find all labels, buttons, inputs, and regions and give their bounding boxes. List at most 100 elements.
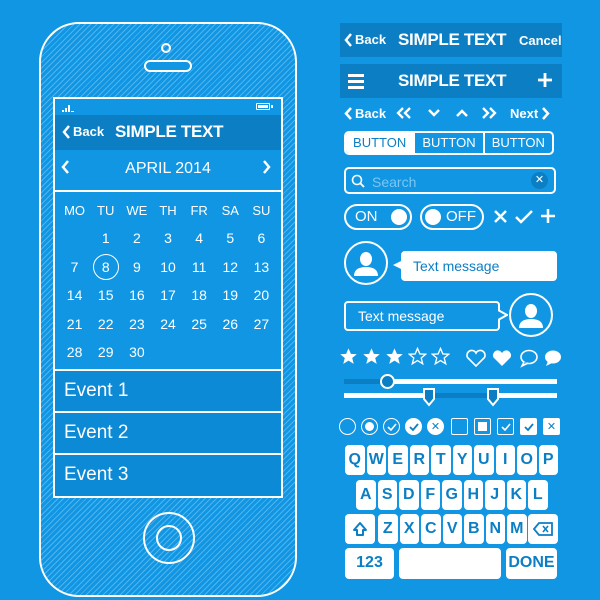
key-l[interactable]: L bbox=[528, 480, 548, 510]
chat-filled-icon[interactable] bbox=[543, 348, 563, 368]
key-z[interactable]: Z bbox=[378, 514, 398, 544]
back-button[interactable]: Back bbox=[62, 124, 104, 139]
chevron-down-icon[interactable] bbox=[427, 108, 441, 118]
radio-checked[interactable] bbox=[383, 418, 400, 435]
checkbox-selected[interactable] bbox=[474, 418, 491, 435]
double-chevron-right-icon[interactable] bbox=[481, 106, 497, 120]
checkbox-checked[interactable] bbox=[497, 418, 514, 435]
calendar-day[interactable]: 26 bbox=[215, 310, 246, 339]
segment-button[interactable]: BUTTON bbox=[482, 133, 552, 153]
key-t[interactable]: T bbox=[431, 445, 451, 475]
range-slider-track[interactable] bbox=[344, 388, 557, 407]
next-month-button[interactable] bbox=[262, 159, 272, 180]
radio-checked-filled[interactable] bbox=[405, 418, 422, 435]
calendar-day[interactable]: 19 bbox=[215, 281, 246, 310]
key-m[interactable]: M bbox=[507, 514, 527, 544]
range-low-handle[interactable] bbox=[422, 387, 436, 407]
calendar-day[interactable]: 18 bbox=[184, 281, 215, 310]
key-d[interactable]: D bbox=[399, 480, 419, 510]
calendar-day[interactable]: 12 bbox=[215, 253, 246, 282]
calendar-day[interactable]: 22 bbox=[90, 310, 121, 339]
key-p[interactable]: P bbox=[538, 445, 558, 475]
radio-empty[interactable] bbox=[339, 418, 356, 435]
calendar-day[interactable]: 21 bbox=[59, 310, 90, 339]
heart-filled-icon[interactable] bbox=[491, 349, 513, 368]
calendar-day[interactable]: 1 bbox=[90, 224, 121, 253]
event-item[interactable]: Event 2 bbox=[55, 411, 281, 453]
key-u[interactable]: U bbox=[474, 445, 494, 475]
clear-search-button[interactable]: ✕ bbox=[531, 172, 548, 189]
calendar-day[interactable]: 27 bbox=[246, 310, 277, 339]
checkbox-empty[interactable] bbox=[451, 418, 468, 435]
calendar-day[interactable]: 9 bbox=[121, 253, 152, 282]
star-filled-icon[interactable] bbox=[385, 347, 404, 366]
segment-button[interactable]: BUTTON bbox=[413, 133, 482, 153]
pager-next-button[interactable]: Next bbox=[510, 106, 550, 121]
radio-cross-filled[interactable]: ✕ bbox=[427, 418, 444, 435]
key-c[interactable]: C bbox=[421, 514, 441, 544]
key-s[interactable]: S bbox=[377, 480, 397, 510]
key-q[interactable]: Q bbox=[345, 445, 365, 475]
shift-key[interactable] bbox=[345, 514, 375, 544]
numbers-key[interactable]: 123 bbox=[345, 548, 394, 579]
radio-selected[interactable] bbox=[361, 418, 378, 435]
checkbox-cross-filled[interactable]: ✕ bbox=[543, 418, 560, 435]
calendar-day[interactable]: 5 bbox=[215, 224, 246, 253]
kit-back-button[interactable]: Back bbox=[344, 32, 386, 47]
calendar-day[interactable]: 16 bbox=[121, 281, 152, 310]
toggle-off[interactable]: OFF bbox=[420, 204, 484, 230]
calendar-day[interactable]: 28 bbox=[59, 338, 90, 367]
key-k[interactable]: K bbox=[506, 480, 526, 510]
calendar-day[interactable]: 30 bbox=[121, 338, 152, 367]
event-item[interactable]: Event 3 bbox=[55, 453, 281, 496]
pager-back-button[interactable]: Back bbox=[344, 106, 386, 121]
backspace-key[interactable] bbox=[528, 514, 558, 544]
calendar-day[interactable]: 29 bbox=[90, 338, 121, 367]
chat-outline-icon[interactable] bbox=[519, 348, 539, 368]
slider-knob[interactable] bbox=[379, 374, 395, 389]
slider-track[interactable] bbox=[344, 374, 557, 389]
star-filled-icon[interactable] bbox=[339, 347, 358, 366]
key-v[interactable]: V bbox=[442, 514, 462, 544]
range-high-handle[interactable] bbox=[486, 387, 500, 407]
calendar-day[interactable]: 20 bbox=[246, 281, 277, 310]
calendar-day[interactable]: 25 bbox=[184, 310, 215, 339]
plus-icon[interactable] bbox=[537, 72, 553, 88]
calendar-day[interactable]: 8 bbox=[90, 253, 121, 282]
search-field[interactable]: ✕ bbox=[344, 167, 556, 194]
space-key[interactable] bbox=[399, 548, 501, 579]
chevron-up-icon[interactable] bbox=[455, 108, 469, 118]
heart-outline-icon[interactable] bbox=[465, 349, 487, 368]
segment-button[interactable]: BUTTON bbox=[346, 133, 414, 153]
calendar-day[interactable]: 13 bbox=[246, 253, 277, 282]
cancel-button[interactable]: Cancel bbox=[519, 33, 562, 48]
calendar-day[interactable]: 4 bbox=[184, 224, 215, 253]
checkbox-checked-filled[interactable] bbox=[520, 418, 537, 435]
calendar-day[interactable]: 11 bbox=[184, 253, 215, 282]
key-i[interactable]: I bbox=[495, 445, 515, 475]
calendar-day[interactable]: 7 bbox=[59, 253, 90, 282]
key-f[interactable]: F bbox=[420, 480, 440, 510]
key-y[interactable]: Y bbox=[452, 445, 472, 475]
calendar-day[interactable]: 23 bbox=[121, 310, 152, 339]
key-w[interactable]: W bbox=[366, 445, 386, 475]
calendar-day[interactable]: 24 bbox=[152, 310, 183, 339]
calendar-day[interactable]: 6 bbox=[246, 224, 277, 253]
plus-icon[interactable] bbox=[540, 208, 556, 224]
key-a[interactable]: A bbox=[356, 480, 376, 510]
calendar-day[interactable]: 17 bbox=[152, 281, 183, 310]
toggle-on[interactable]: ON bbox=[344, 204, 412, 230]
calendar-day[interactable]: 14 bbox=[59, 281, 90, 310]
star-outline-icon[interactable] bbox=[431, 347, 450, 366]
close-icon[interactable] bbox=[493, 209, 508, 224]
star-outline-icon[interactable] bbox=[408, 347, 427, 366]
key-x[interactable]: X bbox=[399, 514, 419, 544]
calendar-day[interactable]: 3 bbox=[152, 224, 183, 253]
menu-icon[interactable] bbox=[348, 74, 364, 89]
key-h[interactable]: H bbox=[463, 480, 483, 510]
key-b[interactable]: B bbox=[464, 514, 484, 544]
key-n[interactable]: N bbox=[485, 514, 505, 544]
search-input[interactable] bbox=[370, 171, 524, 192]
check-icon[interactable] bbox=[514, 209, 534, 224]
double-chevron-left-icon[interactable] bbox=[396, 106, 412, 120]
